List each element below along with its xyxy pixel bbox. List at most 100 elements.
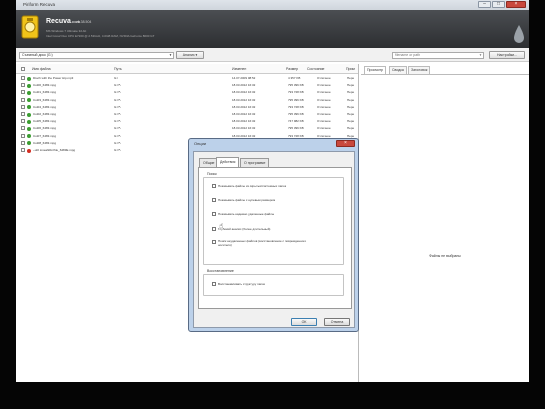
cell-note: Пере [347, 76, 355, 80]
window-controls: – □ × [478, 1, 526, 8]
cell-path: G:\?\ [114, 90, 121, 95]
cancel-button[interactable]: Отмена [324, 318, 350, 326]
table-row[interactable]: Cut02_6483.mpg G:\?\ 18.03.2012 16:32 795 3… [16, 111, 359, 118]
column-path[interactable]: Путь [114, 67, 122, 71]
ok-button[interactable]: ОК [291, 318, 317, 326]
file-list-header: Имя файла Путь Изменен Размер Состояние … [16, 64, 358, 74]
cell-filename: Cut07_6483.mpg [33, 133, 57, 138]
cell-filename: Cut04_6483.mpg [33, 104, 57, 109]
option-undeleted-files[interactable]: Поиск неудаленных файлов (восстановление… [212, 239, 308, 247]
column-size[interactable]: Размер [286, 67, 298, 71]
status-dot-icon [27, 76, 31, 81]
restore-group-label: Восстановление [207, 269, 234, 273]
cell-path: G:\?\ [114, 140, 121, 145]
row-checkbox[interactable] [21, 148, 25, 152]
search-input[interactable]: filename or path ▼ [392, 52, 484, 59]
cell-size: 4 357 KB [288, 76, 301, 80]
actions-panel: Поиск Показывать файлы из скрытых/систем… [198, 167, 352, 309]
scan-button[interactable]: Анализ ▾ [176, 51, 204, 59]
no-files-message: Файлы не выбраны [429, 254, 461, 258]
cell-modified: 18.03.2012 16:32 [232, 104, 256, 109]
cell-path: G:\ [114, 76, 119, 80]
column-state[interactable]: Состояние [307, 67, 324, 71]
status-dot-icon [27, 90, 31, 95]
option-secure-deleted[interactable]: Показывать надежно удаленные файлы [212, 212, 274, 217]
select-all-checkbox[interactable] [21, 67, 25, 71]
cell-filename: Cut05_6483.mpg [33, 119, 57, 124]
cell-state: Отличное [317, 83, 331, 88]
table-row[interactable]: Cut04_6483.mpg G:\?\ 18.03.2012 16:32 793 7… [16, 104, 359, 111]
table-row[interactable]: Cut01_6483.mpg G:\?\ 18.03.2012 16:32 793 7… [16, 89, 359, 96]
tab-header[interactable]: Заголовок [408, 66, 431, 74]
checkbox[interactable] [212, 212, 216, 217]
cell-modified: 18.03.2012 16:32 [232, 133, 256, 138]
cell-note: Пере [347, 112, 355, 116]
table-row[interactable]: Cut03_6483.mpg G:\?\ 18.03.2012 16:32 795 3… [16, 97, 359, 104]
cell-filename: Cut06_6483.mpg [33, 126, 57, 131]
cell-state: Отличное [317, 133, 331, 138]
option-hidden-system[interactable]: Показывать файлы из скрытых/системных па… [212, 184, 286, 189]
cell-filename: Cut02_6483.mpg [33, 112, 57, 116]
cell-path: G:\?\ [114, 133, 121, 138]
title-bar: Piriform Recuva – □ × [16, 0, 529, 10]
minimize-button[interactable]: – [478, 1, 491, 8]
maximize-button[interactable]: □ [492, 1, 505, 8]
cell-size: 795 396 KB [288, 126, 304, 131]
row-checkbox[interactable] [21, 83, 25, 88]
tab-preview[interactable]: Просмотр [364, 66, 386, 74]
row-checkbox[interactable] [21, 112, 25, 116]
status-dot-icon [27, 119, 31, 124]
cell-note: Пере [347, 126, 355, 131]
row-checkbox[interactable] [21, 104, 25, 109]
table-row[interactable]: Cut00_6483.mpg G:\?\ 18.03.2012 16:32 795 3… [16, 82, 359, 89]
column-note[interactable]: Прим [346, 67, 355, 71]
cell-note: Пере [347, 104, 355, 109]
checkbox[interactable] [212, 282, 216, 287]
option-restore-structure[interactable]: Восстанавливать структуру папок [212, 282, 265, 287]
app-version: v1.38.504 [76, 20, 92, 24]
dialog-body: Общие Действия О программе Поиск Показыв… [193, 151, 355, 328]
table-row[interactable]: Dtoch with the Power Hip.mp3 G:\ 14.07.200… [16, 75, 359, 82]
row-checkbox[interactable] [21, 133, 25, 138]
checkbox[interactable] [212, 240, 216, 244]
cell-size: 793 728 KB [288, 104, 304, 109]
settings-button[interactable]: Настройки... [489, 51, 525, 59]
table-row[interactable]: Cut06_6483.mpg G:\?\ 18.03.2012 16:32 795 3… [16, 125, 359, 132]
cell-note: Пере [347, 83, 355, 88]
checkbox[interactable] [212, 184, 216, 189]
chevron-down-icon: ▼ [169, 53, 172, 57]
checkbox[interactable] [212, 198, 216, 203]
checkbox[interactable] [212, 227, 216, 232]
cell-note: Пере [347, 90, 355, 95]
row-checkbox[interactable] [21, 119, 25, 124]
option-zero-size[interactable]: Показывать файлы с нулевым размером [212, 198, 275, 203]
search-group-label: Поиск [207, 172, 217, 176]
row-checkbox[interactable] [21, 140, 25, 145]
tab-summary[interactable]: Сводка [389, 66, 407, 74]
cell-modified: 18.03.2012 16:32 [232, 126, 256, 131]
cell-state: Отличное [317, 119, 331, 124]
app-header: Recuva.com v1.38.504 MS Windows 7 Ultima… [16, 10, 529, 48]
row-checkbox[interactable] [21, 126, 25, 131]
status-dot-icon [27, 148, 31, 153]
cell-modified: 18.03.2012 16:32 [232, 97, 256, 102]
column-filename[interactable]: Имя файла [32, 67, 51, 71]
row-checkbox[interactable] [21, 76, 25, 80]
row-checkbox[interactable] [21, 90, 25, 95]
tab-actions[interactable]: Действия [216, 157, 240, 167]
column-modified[interactable]: Изменен [232, 67, 246, 71]
cell-modified: 18.03.2012 16:32 [232, 90, 256, 95]
cell-path: G:\?\ [114, 104, 121, 109]
dialog-close-button[interactable]: × [336, 140, 355, 147]
window-title: Piriform Recuva [23, 2, 56, 7]
close-button[interactable]: × [506, 1, 526, 8]
table-row[interactable]: Cut05_6483.mpg G:\?\ 18.03.2012 16:32 747 9… [16, 118, 359, 125]
hardware-info: Intel Core2 Duo CPU E7200 @ 2.53GHz, 4.0… [46, 34, 155, 38]
cell-filename: Cut01_6483.mpg [33, 90, 57, 95]
cell-path: G:\?\ [114, 126, 121, 131]
row-checkbox[interactable] [21, 97, 25, 102]
tab-about[interactable]: О программе [240, 158, 270, 167]
drive-select[interactable]: Съемный диск (G:) ▼ [19, 52, 174, 59]
status-dot-icon [27, 83, 31, 88]
chevron-down-icon: ▼ [479, 53, 482, 57]
